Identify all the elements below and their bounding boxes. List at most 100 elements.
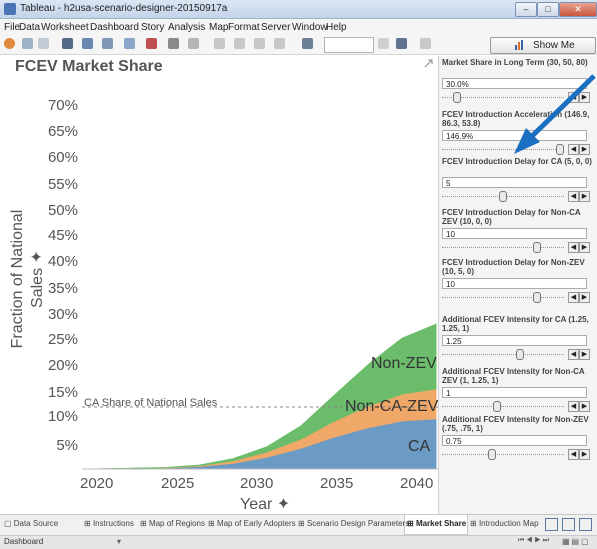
view-toggle-icon[interactable]: ▦▤▢ <box>562 537 591 546</box>
duplicate-sheet-icon[interactable] <box>124 38 135 49</box>
swap-icon[interactable] <box>168 38 179 49</box>
slider-decrement-button[interactable]: ◀ <box>568 349 579 360</box>
tab-market-share[interactable]: ⊞ Market Share <box>407 519 466 528</box>
chart-type-icon[interactable] <box>302 38 313 49</box>
series-label-non-ca-zev: Non-CA-ZEV <box>345 398 439 415</box>
y-tick-label: 70% <box>47 97 78 114</box>
slider-increment-button[interactable]: ▶ <box>579 401 590 412</box>
show-me-button[interactable]: Show Me <box>490 37 596 54</box>
slider-decrement-button[interactable]: ◀ <box>568 449 579 460</box>
back-icon[interactable] <box>22 38 33 49</box>
parameter-slider-thumb[interactable] <box>487 449 496 460</box>
slider-increment-button[interactable]: ▶ <box>579 242 590 253</box>
menu-help[interactable]: Help <box>326 22 347 33</box>
clear-sheet-icon[interactable] <box>146 38 157 49</box>
slider-increment-button[interactable]: ▶ <box>579 191 590 202</box>
area-series-ca[interactable] <box>97 418 437 470</box>
parameter-slider-thumb[interactable] <box>533 292 542 303</box>
y-tick-label: 15% <box>47 384 78 401</box>
parameter-title: FCEV Introduction Delay for Non-ZEV (10,… <box>442 258 585 276</box>
status-dropdown-icon[interactable]: ▾ <box>117 537 121 546</box>
x-tick-label: 2020 <box>80 475 114 492</box>
parameter-slider-thumb[interactable] <box>453 92 462 103</box>
parameter-value-input[interactable]: 0.75 <box>442 435 587 446</box>
parameter-value-input[interactable]: 10 <box>442 278 587 289</box>
new-worksheet-tab-icon[interactable] <box>545 518 558 531</box>
parameter-value-input[interactable]: 5 <box>442 177 587 188</box>
parameter-slider-thumb[interactable] <box>516 349 525 360</box>
y-axis-title: Fraction of National Sales ✦ <box>9 209 46 349</box>
expand-icon[interactable] <box>424 59 433 68</box>
slider-decrement-button[interactable]: ◀ <box>568 401 579 412</box>
parameter-slider-track[interactable] <box>442 454 564 456</box>
x-tick-label: 2025 <box>161 475 195 492</box>
slider-decrement-button[interactable]: ◀ <box>568 292 579 303</box>
presentation-mode-icon[interactable] <box>420 38 431 49</box>
slider-decrement-button[interactable]: ◀ <box>568 191 579 202</box>
parameter-slider-thumb[interactable] <box>533 242 542 253</box>
menu-dashboard[interactable]: Dashboard <box>90 22 139 33</box>
y-tick-label: 10% <box>47 408 78 425</box>
slider-increment-button[interactable]: ▶ <box>579 292 590 303</box>
tab-data-source[interactable]: ▢ Data Source <box>4 519 58 528</box>
window-title: Tableau - h2usa-scenario-designer-201509… <box>20 3 228 14</box>
parameter-slider-thumb[interactable] <box>499 191 507 202</box>
tab-introduction-map[interactable]: ⊞ Introduction Map <box>470 519 539 528</box>
forward-icon[interactable] <box>38 38 49 49</box>
highlight-icon[interactable] <box>274 38 285 49</box>
show-labels-icon[interactable] <box>378 38 389 49</box>
tab-icon: ⊞ <box>208 519 217 528</box>
tab-icon: ⊞ <box>298 519 307 528</box>
menu-analysis[interactable]: Analysis <box>168 22 205 33</box>
menu-worksheet[interactable]: Worksheet <box>41 22 89 33</box>
x-tick-label: 2035 <box>320 475 354 492</box>
menu-server[interactable]: Server <box>261 22 290 33</box>
parameter-title: Market Share in Long Term (30, 50, 80) <box>442 58 588 67</box>
sheet-navigation-icon[interactable]: ⏮◀▶⏭ <box>518 537 551 545</box>
menu-file[interactable]: File <box>4 22 20 33</box>
parameter-title: Additional FCEV Intensity for CA (1.25, … <box>442 315 589 333</box>
maximize-button[interactable]: □ <box>537 2 559 17</box>
tableau-logo-icon[interactable] <box>4 38 15 49</box>
tab-map-of-regions[interactable]: ⊞ Map of Regions <box>140 519 205 528</box>
tab-instructions[interactable]: ⊞ Instructions <box>84 519 134 528</box>
parameter-value-input[interactable]: 10 <box>442 228 587 239</box>
parameter-value-input[interactable]: 1.25 <box>442 335 587 346</box>
parameter-slider-track[interactable] <box>442 354 564 356</box>
fit-dropdown[interactable] <box>324 37 374 53</box>
menu-data[interactable]: Data <box>19 22 40 33</box>
group-icon[interactable] <box>214 38 225 49</box>
status-bar <box>0 535 597 549</box>
parameter-slider-track[interactable] <box>442 297 564 299</box>
slider-increment-button[interactable]: ▶ <box>579 449 590 460</box>
bar-chart-icon <box>515 40 525 50</box>
new-dashboard-tab-icon[interactable] <box>562 518 575 531</box>
tab-map-of-early-adopters[interactable]: ⊞ Map of Early Adopters <box>208 519 296 528</box>
parameter-value-input[interactable]: 1 <box>442 387 587 398</box>
sort-ascending-icon[interactable] <box>234 38 245 49</box>
save-icon[interactable] <box>62 38 73 49</box>
minimize-button[interactable]: – <box>515 2 537 17</box>
y-tick-label: 60% <box>47 149 78 166</box>
tab-icon: ▢ <box>4 519 14 528</box>
new-datasource-icon[interactable] <box>82 38 93 49</box>
close-button[interactable]: ✕ <box>559 2 597 17</box>
parameter-slider-track[interactable] <box>442 406 564 408</box>
sort-descending-icon[interactable] <box>254 38 265 49</box>
new-worksheet-icon[interactable] <box>102 38 113 49</box>
slider-increment-button[interactable]: ▶ <box>579 349 590 360</box>
parameter-title: FCEV Introduction Delay for CA (5, 0, 0) <box>442 157 592 166</box>
menu-window[interactable]: Window <box>292 22 328 33</box>
refresh-icon[interactable] <box>188 38 199 49</box>
parameter-slider-thumb[interactable] <box>493 401 502 412</box>
tab-scenario-design-parameters[interactable]: ⊞ Scenario Design Parameters <box>298 519 409 528</box>
menu-map[interactable]: Map <box>209 22 228 33</box>
new-story-tab-icon[interactable] <box>579 518 592 531</box>
series-label-ca: CA <box>408 438 431 455</box>
annotate-icon[interactable] <box>396 38 407 49</box>
menu-story[interactable]: Story <box>141 22 164 33</box>
menu-format[interactable]: Format <box>228 22 260 33</box>
slider-decrement-button[interactable]: ◀ <box>568 242 579 253</box>
x-tick-label: 2040 <box>400 475 434 492</box>
parameter-slider-track[interactable] <box>442 247 564 249</box>
